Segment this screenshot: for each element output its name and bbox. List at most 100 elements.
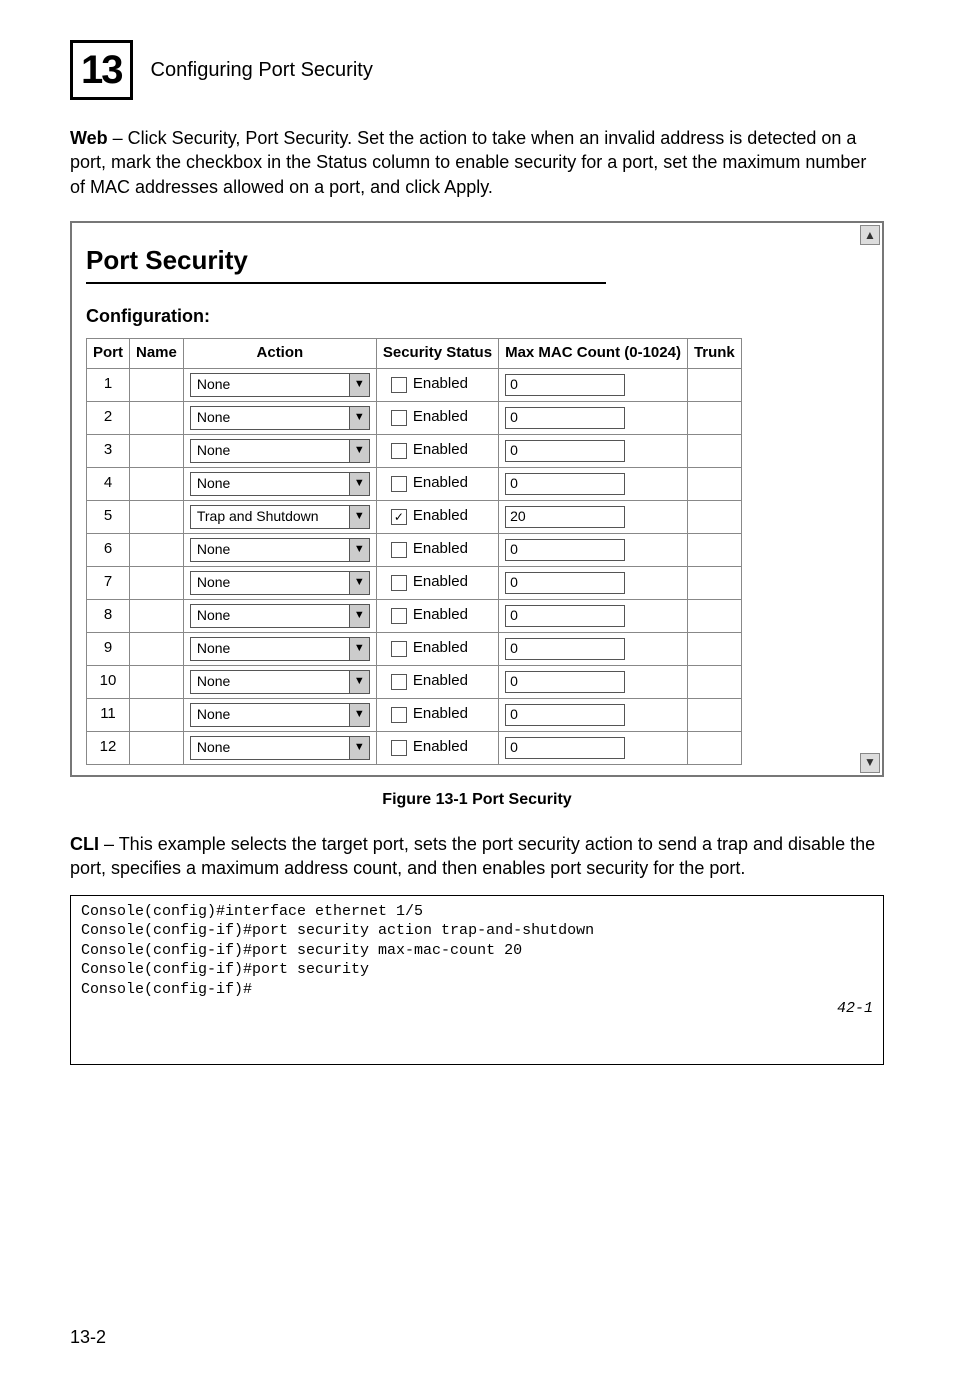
- enabled-checkbox[interactable]: [391, 740, 407, 756]
- table-row: 5Trap and Shutdown▼✓Enabled20: [87, 500, 742, 533]
- table-row: 7None▼Enabled0: [87, 566, 742, 599]
- cli-rest: – This example selects the target port, …: [70, 834, 875, 878]
- chevron-down-icon[interactable]: ▼: [350, 670, 370, 694]
- enabled-label: Enabled: [413, 671, 468, 691]
- panel-subtitle: Configuration:: [86, 304, 866, 328]
- cell-mac: 0: [499, 467, 688, 500]
- chevron-down-icon[interactable]: ▼: [350, 538, 370, 562]
- cell-trunk: [687, 500, 741, 533]
- cell-status: Enabled: [376, 368, 498, 401]
- cell-name: [130, 467, 184, 500]
- cell-port: 3: [87, 434, 130, 467]
- enabled-label: Enabled: [413, 374, 468, 394]
- chevron-down-icon[interactable]: ▼: [350, 604, 370, 628]
- enabled-checkbox[interactable]: [391, 707, 407, 723]
- mac-count-input[interactable]: 0: [505, 638, 625, 660]
- action-select[interactable]: None: [190, 637, 350, 661]
- table-row: 1None▼Enabled0: [87, 368, 742, 401]
- cell-action: None▼: [183, 698, 376, 731]
- enabled-checkbox[interactable]: [391, 377, 407, 393]
- chevron-down-icon[interactable]: ▼: [350, 637, 370, 661]
- action-select[interactable]: None: [190, 604, 350, 628]
- enabled-checkbox[interactable]: [391, 575, 407, 591]
- port-security-table: Port Name Action Security Status Max MAC…: [86, 338, 742, 764]
- action-select[interactable]: None: [190, 406, 350, 430]
- enabled-checkbox[interactable]: [391, 608, 407, 624]
- chevron-down-icon[interactable]: ▼: [350, 406, 370, 430]
- enabled-checkbox[interactable]: [391, 542, 407, 558]
- action-select[interactable]: None: [190, 538, 350, 562]
- code-block: Console(config)#interface ethernet 1/5 C…: [70, 895, 884, 1065]
- cell-port: 9: [87, 632, 130, 665]
- table-row: 9None▼Enabled0: [87, 632, 742, 665]
- scroll-down-icon[interactable]: ▼: [860, 753, 880, 773]
- cell-mac: 0: [499, 731, 688, 764]
- action-select[interactable]: None: [190, 670, 350, 694]
- chevron-down-icon[interactable]: ▼: [350, 505, 370, 529]
- cell-port: 2: [87, 401, 130, 434]
- mac-count-input[interactable]: 0: [505, 572, 625, 594]
- cell-trunk: [687, 401, 741, 434]
- cell-name: [130, 401, 184, 434]
- enabled-checkbox[interactable]: [391, 674, 407, 690]
- cell-mac: 0: [499, 566, 688, 599]
- col-action: Action: [183, 339, 376, 368]
- action-select[interactable]: None: [190, 439, 350, 463]
- cell-action: None▼: [183, 665, 376, 698]
- enabled-label: Enabled: [413, 704, 468, 724]
- cell-trunk: [687, 665, 741, 698]
- chevron-down-icon[interactable]: ▼: [350, 736, 370, 760]
- mac-count-input[interactable]: 0: [505, 539, 625, 561]
- action-select[interactable]: Trap and Shutdown: [190, 505, 350, 529]
- cell-port: 4: [87, 467, 130, 500]
- chevron-down-icon[interactable]: ▼: [350, 703, 370, 727]
- action-select[interactable]: None: [190, 571, 350, 595]
- enabled-checkbox[interactable]: [391, 641, 407, 657]
- chapter-number-box: 13: [70, 40, 133, 100]
- col-port: Port: [87, 339, 130, 368]
- code-lines: Console(config)#interface ethernet 1/5 C…: [81, 902, 817, 1058]
- enabled-checkbox[interactable]: [391, 443, 407, 459]
- cell-action: None▼: [183, 731, 376, 764]
- table-row: 4 None▼ Enabled 0: [87, 467, 742, 500]
- cell-action: None▼: [183, 632, 376, 665]
- cell-port: 11: [87, 698, 130, 731]
- cell-trunk: [687, 698, 741, 731]
- chevron-down-icon[interactable]: ▼: [350, 439, 370, 463]
- cell-action: None▼: [183, 566, 376, 599]
- cell-name: [130, 566, 184, 599]
- panel-title: Port Security: [86, 243, 866, 278]
- col-status: Security Status: [376, 339, 498, 368]
- mac-count-input[interactable]: 0: [505, 440, 625, 462]
- enabled-checkbox[interactable]: ✓: [391, 509, 407, 525]
- chevron-down-icon[interactable]: ▼: [350, 373, 370, 397]
- table-row: 12None▼Enabled0: [87, 731, 742, 764]
- scroll-up-icon[interactable]: ▲: [860, 225, 880, 245]
- enabled-checkbox[interactable]: [391, 476, 407, 492]
- enabled-checkbox[interactable]: [391, 410, 407, 426]
- mac-count-input[interactable]: 0: [505, 374, 625, 396]
- cell-status: Enabled: [376, 434, 498, 467]
- mac-count-input[interactable]: 0: [505, 704, 625, 726]
- mac-count-input[interactable]: 0: [505, 737, 625, 759]
- chevron-down-icon[interactable]: ▼: [350, 571, 370, 595]
- col-mac: Max MAC Count (0-1024): [499, 339, 688, 368]
- chevron-down-icon[interactable]: ▼: [350, 472, 370, 496]
- mac-count-input[interactable]: 0: [505, 671, 625, 693]
- mac-count-input[interactable]: 0: [505, 407, 625, 429]
- action-select[interactable]: None: [190, 703, 350, 727]
- cell-name: [130, 599, 184, 632]
- cell-trunk: [687, 533, 741, 566]
- mac-count-input[interactable]: 0: [505, 605, 625, 627]
- action-select[interactable]: None: [190, 472, 350, 496]
- table-row: 8None▼Enabled0: [87, 599, 742, 632]
- intro-paragraph: Web – Click Security, Port Security. Set…: [70, 126, 884, 199]
- cell-action: None▼: [183, 368, 376, 401]
- enabled-label: Enabled: [413, 473, 468, 493]
- action-select[interactable]: None: [190, 736, 350, 760]
- mac-count-input[interactable]: 20: [505, 506, 625, 528]
- cell-mac: 0: [499, 533, 688, 566]
- mac-count-input[interactable]: 0: [505, 473, 625, 495]
- action-select[interactable]: None: [190, 373, 350, 397]
- cell-action: None▼: [183, 467, 376, 500]
